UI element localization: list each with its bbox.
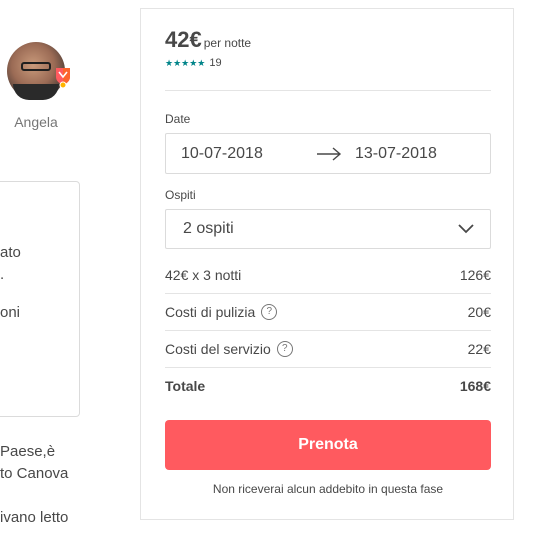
guests-select[interactable]: 2 ospiti [165,209,491,249]
description-text-fragment: to Canova [0,465,69,482]
guests-label: Ospiti [165,188,196,202]
total-row: Totale 168€ [165,378,491,398]
no-charge-note: Non riceverai alcun addebito in questa f… [212,482,444,496]
avatar-glasses [21,62,51,71]
host-name: Angela [14,114,58,130]
line-label: Costi di pulizia [165,304,256,320]
host-profile[interactable]: Angela [6,42,70,130]
line-label: Costi del servizio [165,341,271,357]
chevron-down-icon [458,224,474,234]
description-text-fragment: . [0,266,5,283]
help-icon[interactable]: ? [261,304,278,320]
divider [165,330,491,331]
guests-value: 2 ospiti [183,220,234,237]
superhost-badge-icon [56,68,70,88]
nightly-price: 42€ per notte [165,27,251,53]
book-button[interactable]: Prenota [165,420,491,470]
divider [165,90,491,91]
description-text-fragment: ivano letto [0,509,69,526]
total-amount: 168€ [459,378,491,394]
review-count: 19 [209,57,222,69]
booking-card: 42€ per notte ★★★★★ 19 Date 10-07-2018 13… [140,8,514,520]
service-fee-row: Costi del servizio ? 22€ [165,341,491,361]
date-range-picker: 10-07-2018 13-07-2018 [165,133,491,174]
line-label: 42€ x 3 notti [165,267,242,283]
description-box [0,181,80,417]
check-out-date[interactable]: 13-07-2018 [355,145,437,163]
listing-page: Angela ato . oni Paese,è to Canova ivano… [0,0,541,533]
description-text-fragment: Paese,è [0,443,56,460]
line-amount: 22€ [467,341,491,357]
rating-summary[interactable]: ★★★★★ 19 [165,57,222,69]
price-amount: 42€ [165,27,202,52]
check-in-date[interactable]: 10-07-2018 [181,145,263,163]
cleaning-fee-row: Costi di pulizia ? 20€ [165,304,491,324]
service-fee-label-wrap: Costi del servizio ? [165,341,293,357]
star-rating-icon: ★★★★★ [165,57,206,68]
line-amount: 126€ [459,267,491,283]
price-unit: per notte [203,36,252,50]
price-breakdown-row: 42€ x 3 notti 126€ [165,267,491,287]
avatar-shirt [13,84,59,100]
cleaning-fee-label-wrap: Costi di pulizia ? [165,304,278,320]
description-text-fragment: oni [0,304,21,321]
divider [165,367,491,368]
divider [165,293,491,294]
help-icon[interactable]: ? [276,341,293,357]
dates-label: Date [165,112,191,126]
description-text-fragment: ato [0,244,21,261]
total-label: Totale [165,378,206,394]
arrow-right-icon [317,147,342,161]
line-amount: 20€ [467,304,491,320]
